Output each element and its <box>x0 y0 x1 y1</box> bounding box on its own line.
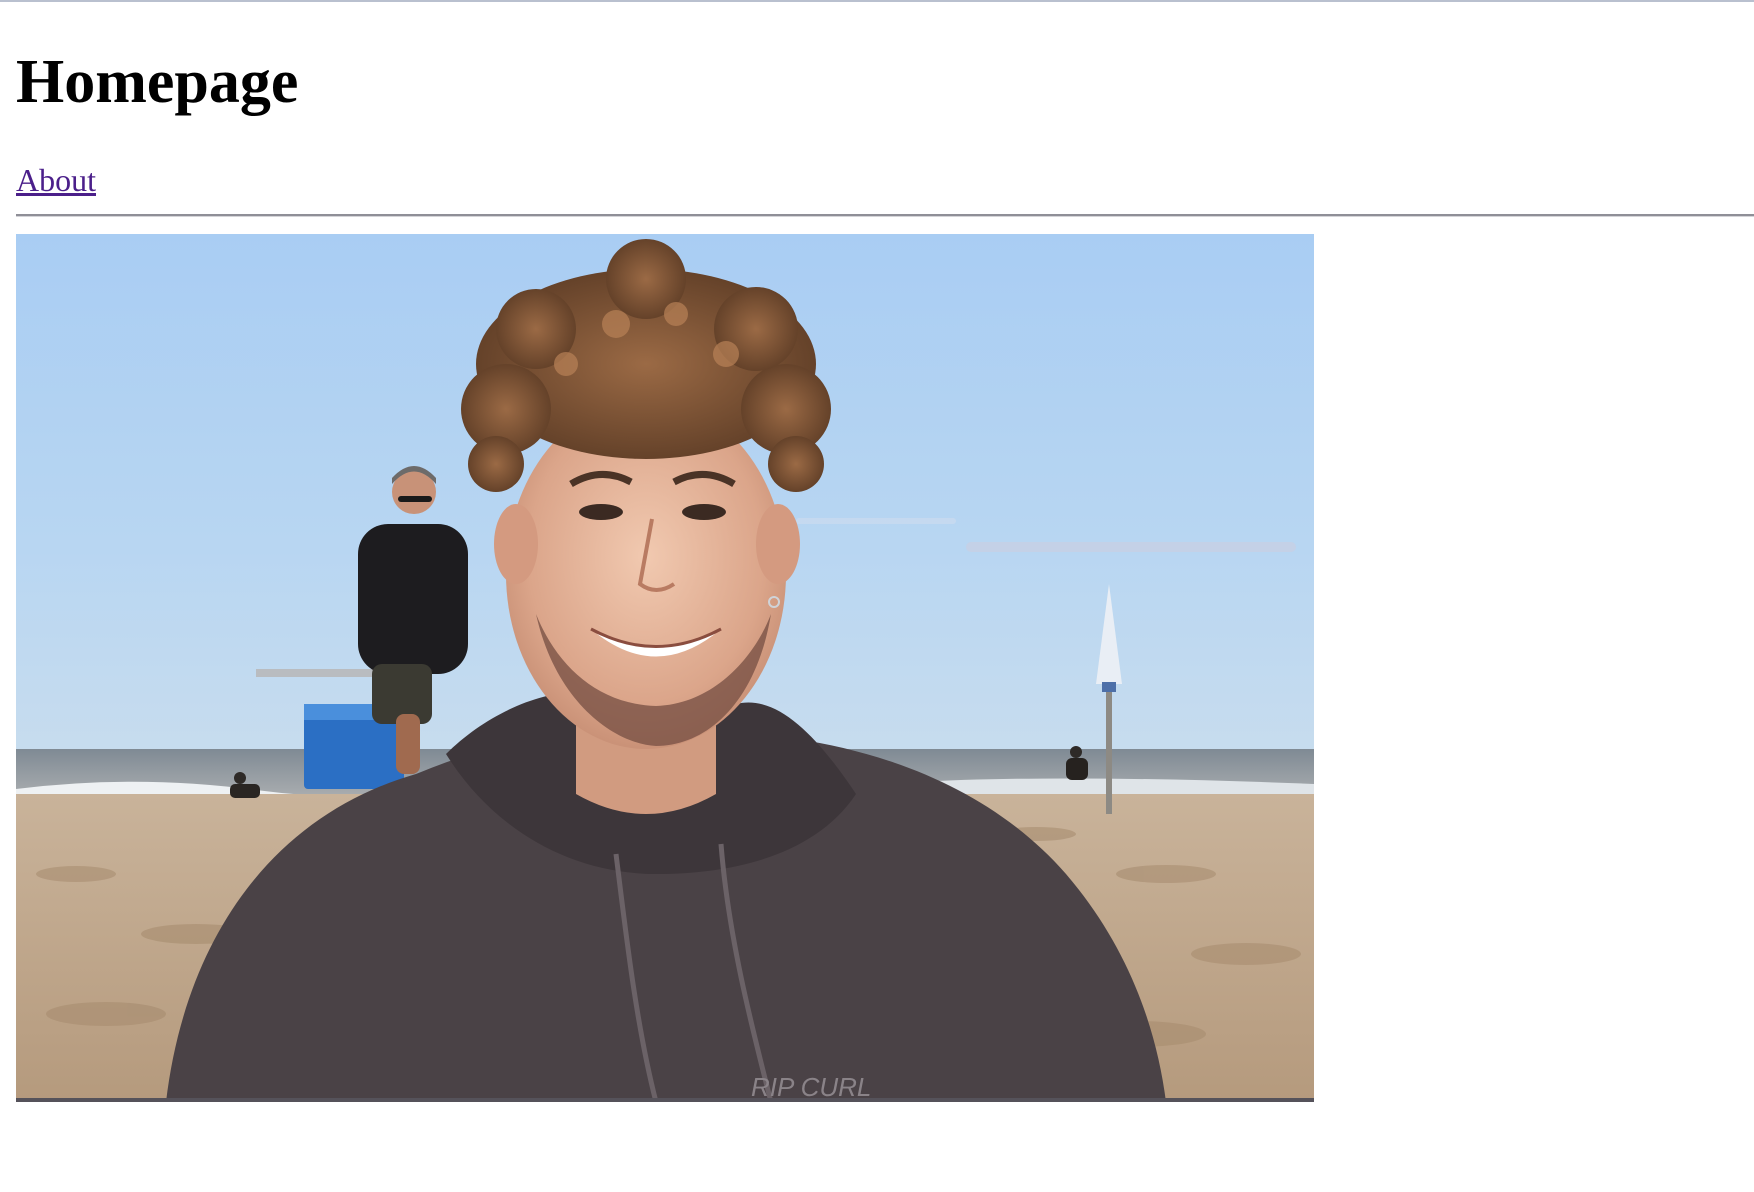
beach-portrait-photo: RIP CURL <box>16 234 1314 1102</box>
page-title: Homepage <box>16 48 299 116</box>
svg-text:RIP CURL: RIP CURL <box>751 1072 871 1102</box>
window-top-border <box>0 0 1754 2</box>
horizontal-rule <box>16 214 1754 217</box>
about-link[interactable]: About <box>16 160 96 200</box>
